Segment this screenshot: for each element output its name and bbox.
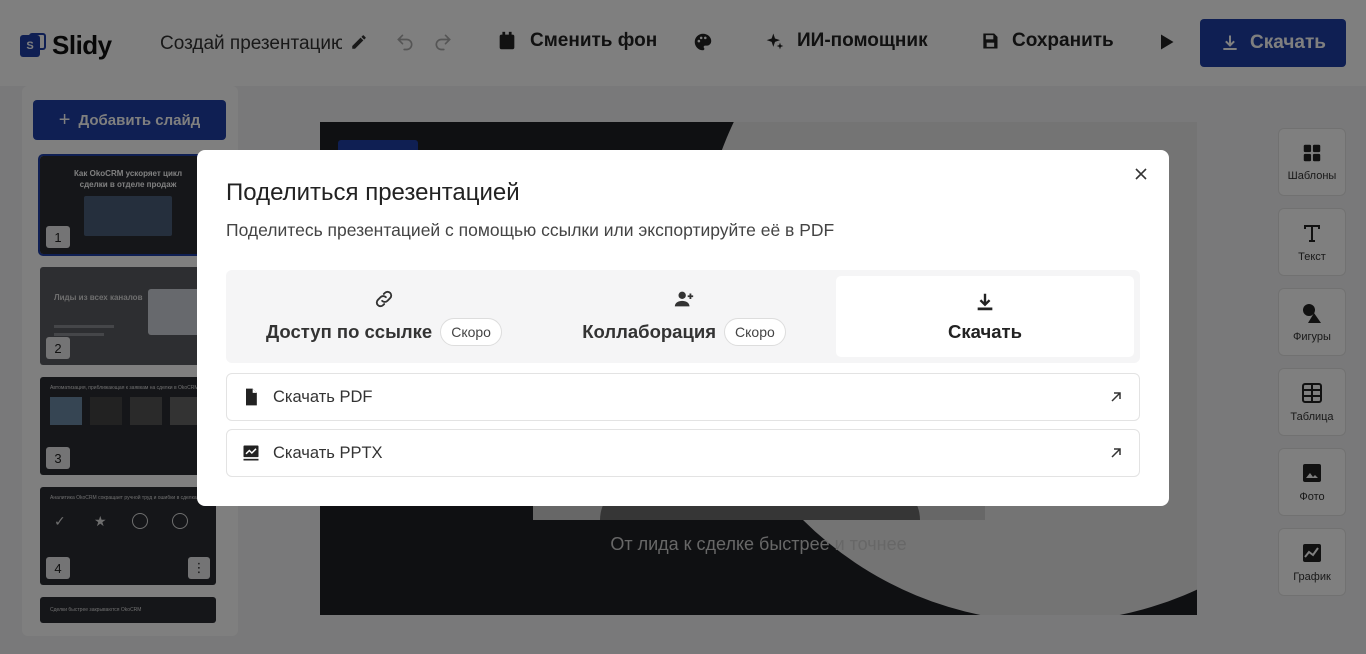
arrow-up-right-icon [1107, 388, 1125, 406]
soon-badge: Скоро [440, 317, 502, 346]
download-icon [977, 293, 993, 310]
dialog-description: Поделитесь презентацией с помощью ссылки… [226, 220, 835, 240]
arrow-up-right-icon [1107, 444, 1125, 462]
soon-badge: Скоро [724, 317, 786, 346]
download-pptx-option[interactable]: Скачать PPTX [226, 429, 1140, 477]
close-icon[interactable] [1131, 164, 1151, 184]
tab-link-access[interactable]: Доступ по ссылке Скоро [234, 276, 534, 357]
share-dialog: Поделиться презентацией Поделитесь презе… [197, 150, 1169, 506]
tab-download[interactable]: Скачать [836, 276, 1134, 357]
share-tabs: Доступ по ссылке Скоро Коллаборация Скор… [226, 270, 1140, 363]
presentation-icon [243, 445, 259, 461]
tab-collaboration[interactable]: Коллаборация Скоро [534, 276, 834, 357]
download-pdf-option[interactable]: Скачать PDF [226, 373, 1140, 421]
file-icon [246, 388, 257, 406]
dialog-title: Поделиться презентацией [226, 179, 520, 206]
add-user-icon [674, 291, 694, 306]
link-icon [375, 290, 393, 307]
